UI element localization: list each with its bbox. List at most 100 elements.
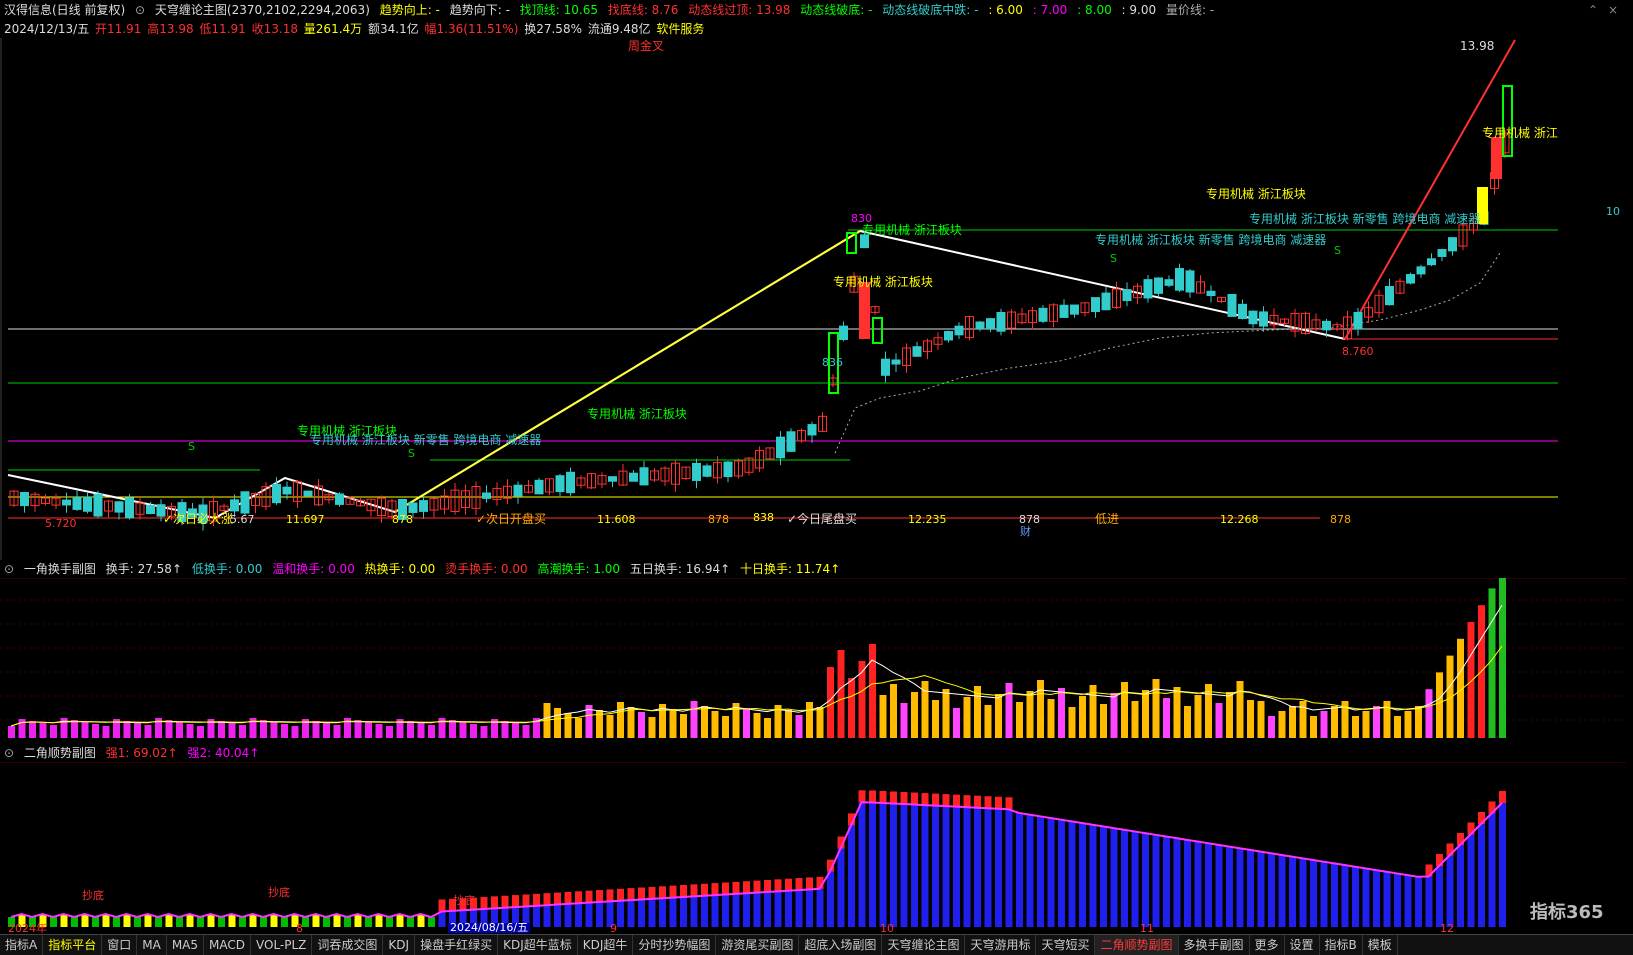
turnover-bar xyxy=(575,718,582,738)
today-close-buy-label: ✓今日尾盘买 xyxy=(787,511,857,526)
momentum-bar-red xyxy=(617,888,624,901)
turnover-bar xyxy=(50,725,57,738)
momentum-bar-red xyxy=(1005,797,1013,810)
price-878d-label: 878 xyxy=(1330,513,1351,526)
turnover-bar xyxy=(123,721,131,738)
sub1-name[interactable]: 一角换手副图 xyxy=(24,560,96,578)
turnover-bar xyxy=(197,726,204,738)
momentum-bar-red xyxy=(900,792,908,805)
sub1-settings-icon[interactable]: ⊙ xyxy=(4,560,14,578)
momentum-bar xyxy=(785,890,792,927)
turnover-bar xyxy=(785,710,792,738)
turnover-bar xyxy=(176,722,183,738)
main-kline-panel[interactable]: 周金叉 13.98 8.760 830 5.720 ✓次日必大涨 5.67 11… xyxy=(0,38,1626,560)
momentum-bar xyxy=(827,871,834,927)
sector-label-8: 专用机械 浙江板块 xyxy=(1206,186,1306,201)
tab-8[interactable]: KDJ xyxy=(383,935,416,955)
turnover-bar xyxy=(932,700,939,738)
trend-down: 趋势向下: - xyxy=(449,3,510,17)
momentum-bar-red xyxy=(438,899,446,912)
tab-18[interactable]: 二角顺势副图 xyxy=(1095,935,1179,955)
tab-3[interactable]: MA xyxy=(137,935,167,955)
turnover-bar xyxy=(1415,706,1422,738)
turnover-bar xyxy=(1058,688,1065,738)
turnover-bar xyxy=(1352,716,1359,738)
momentum-bar xyxy=(627,900,635,927)
tab-20[interactable]: 更多 xyxy=(1250,935,1285,955)
candle xyxy=(891,359,901,365)
momentum-bar xyxy=(837,848,845,927)
momentum-bar xyxy=(1215,844,1223,927)
momentum-bar-red xyxy=(764,879,771,892)
tab-6[interactable]: VOL-PLZ xyxy=(251,935,313,955)
momentum-svg[interactable]: 抄底 抄底 抄底 xyxy=(0,761,1626,934)
sub1-hot: 热换手: 0.00 xyxy=(364,562,436,576)
candle xyxy=(776,436,785,459)
tab-11[interactable]: KDJ超牛 xyxy=(578,935,634,955)
momentum-bar-red xyxy=(648,886,656,899)
momentum-bar xyxy=(1278,854,1286,927)
turnover-bar xyxy=(1436,672,1443,738)
tab-10[interactable]: KDJ超牛蓝标 xyxy=(498,935,578,955)
candle xyxy=(1175,268,1184,291)
tab-0[interactable]: 指标A xyxy=(0,935,44,955)
indicator-settings-icon[interactable]: ⊙ xyxy=(135,0,145,20)
candle xyxy=(954,325,964,336)
tab-5[interactable]: MACD xyxy=(204,935,251,955)
momentum-bar xyxy=(1194,841,1202,927)
turnover-bar xyxy=(764,718,771,738)
tab-15[interactable]: 天穹缠论主图 xyxy=(882,935,966,955)
momentum-bar xyxy=(659,898,666,927)
momentum-subchart[interactable]: 抄底 抄底 抄底 xyxy=(0,761,1626,934)
turnover-subchart[interactable] xyxy=(0,571,1626,744)
momentum-bar xyxy=(1173,838,1181,927)
momentum-bar xyxy=(1352,866,1359,927)
next-day-rise-label: ✓次日必大涨 xyxy=(163,511,233,526)
turnover-bar xyxy=(1016,702,1023,738)
turnover-svg[interactable] xyxy=(0,571,1626,744)
sub1-turnover: 换手: 27.58↑ xyxy=(105,562,183,576)
turnover-bar xyxy=(71,720,78,738)
sub2-name[interactable]: 二角顺势副图 xyxy=(24,744,96,762)
val-9: : 9.00 xyxy=(1121,3,1157,17)
momentum-bar-red xyxy=(554,892,561,905)
tab-9[interactable]: 操盘手红绿买 xyxy=(415,935,499,955)
tab-17[interactable]: 天穹短买 xyxy=(1036,935,1096,955)
close-icon[interactable]: × xyxy=(1608,0,1618,20)
tab-4[interactable]: MA5 xyxy=(167,935,205,955)
main-kline-svg[interactable]: 周金叉 13.98 8.760 830 5.720 ✓次日必大涨 5.67 11… xyxy=(0,38,1626,560)
turnover-bar xyxy=(81,722,89,738)
candle xyxy=(639,467,649,486)
tab-23[interactable]: 模板 xyxy=(1363,935,1398,955)
tab-14[interactable]: 超底入场副图 xyxy=(799,935,883,955)
tab-13[interactable]: 游资尾买副图 xyxy=(716,935,800,955)
momentum-bar-red xyxy=(543,893,551,906)
turnover-bar xyxy=(375,724,383,738)
indicator-name[interactable]: 天穹缠论主图(2370,2102,2294,2063) xyxy=(155,0,370,20)
val-7: : 7.00 xyxy=(1032,3,1068,17)
collapse-icon[interactable]: ⌃ xyxy=(1588,0,1598,20)
tab-16[interactable]: 天穹游用标 xyxy=(965,935,1037,955)
tab-19[interactable]: 多换手副图 xyxy=(1179,935,1250,955)
tab-22[interactable]: 指标B xyxy=(1320,935,1363,955)
tab-21[interactable]: 设置 xyxy=(1285,935,1320,955)
momentum-bar-red xyxy=(701,883,708,896)
turnover-bar xyxy=(816,707,824,738)
tab-7[interactable]: 词吞成交图 xyxy=(312,935,384,955)
watermark: 指标365 xyxy=(1530,902,1604,923)
tab-1[interactable]: 指标平台 xyxy=(43,935,103,955)
sub1-low: 低换手: 0.00 xyxy=(191,562,263,576)
candle xyxy=(1448,237,1457,252)
momentum-bar xyxy=(974,807,981,927)
tab-12[interactable]: 分时抄势幅图 xyxy=(633,935,717,955)
sub2-settings-icon[interactable]: ⊙ xyxy=(4,744,14,762)
turnover-bar xyxy=(1257,701,1265,738)
turnover-bar xyxy=(1467,622,1475,738)
momentum-bar xyxy=(617,900,624,927)
turnover-bar xyxy=(1100,704,1107,738)
candle xyxy=(629,472,638,482)
momentum-bar xyxy=(1142,833,1149,927)
candle xyxy=(1427,258,1436,266)
tab-2[interactable]: 窗口 xyxy=(102,935,138,955)
axis-year: 2024年 xyxy=(8,922,47,935)
